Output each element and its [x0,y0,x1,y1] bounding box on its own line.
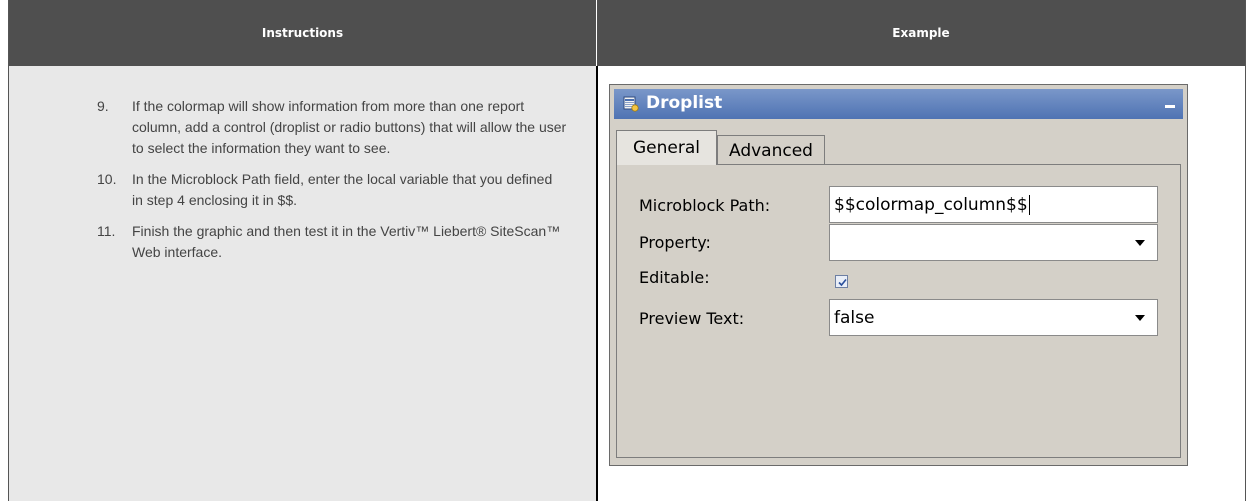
microblock-path-label: Microblock Path: [639,196,771,215]
microblock-path-field[interactable]: $$colormap_column$$ [829,186,1158,223]
list-item: 11. Finish the graphic and then test it … [97,221,567,263]
minimize-icon[interactable] [1165,105,1175,108]
list-item: 9. If the colormap will show information… [97,96,567,159]
panel-title-bar[interactable]: Droplist [614,89,1183,119]
property-select[interactable] [829,224,1158,261]
table-header-row: Instructions Example [9,0,1245,66]
property-label: Property: [639,233,711,252]
step-text: Finish the graphic and then test it in t… [132,223,561,260]
preview-text-value: false [834,307,875,328]
droplist-icon [623,96,639,112]
editable-checkbox[interactable] [835,275,848,288]
tab-advanced[interactable]: Advanced [717,135,825,165]
chevron-down-icon[interactable] [1135,240,1145,246]
preview-text-label: Preview Text: [639,309,745,328]
tab-general[interactable]: General [616,130,717,165]
checkmark-icon [838,278,847,287]
panel-title: Droplist [646,93,723,113]
step-number: 9. [97,98,109,114]
step-text: In the Microblock Path field, enter the … [132,171,553,208]
general-tab-content: Microblock Path: $$colormap_column$$ Pro… [616,164,1181,458]
step-list: 9. If the colormap will show information… [97,96,567,273]
step-number: 10. [97,171,117,187]
header-instructions: Instructions [9,0,597,66]
droplist-panel: Droplist General Advanced Microblock Pat… [609,84,1188,466]
microblock-path-value: $$colormap_column$$ [834,194,1028,215]
chevron-down-icon[interactable] [1135,315,1145,321]
text-caret [1028,194,1030,215]
list-item: 10. In the Microblock Path field, enter … [97,169,567,211]
editable-label: Editable: [639,268,710,287]
preview-text-select[interactable]: false [829,299,1158,336]
header-example: Example [892,26,950,40]
step-number: 11. [97,223,116,239]
step-text: If the colormap will show information fr… [132,98,567,156]
